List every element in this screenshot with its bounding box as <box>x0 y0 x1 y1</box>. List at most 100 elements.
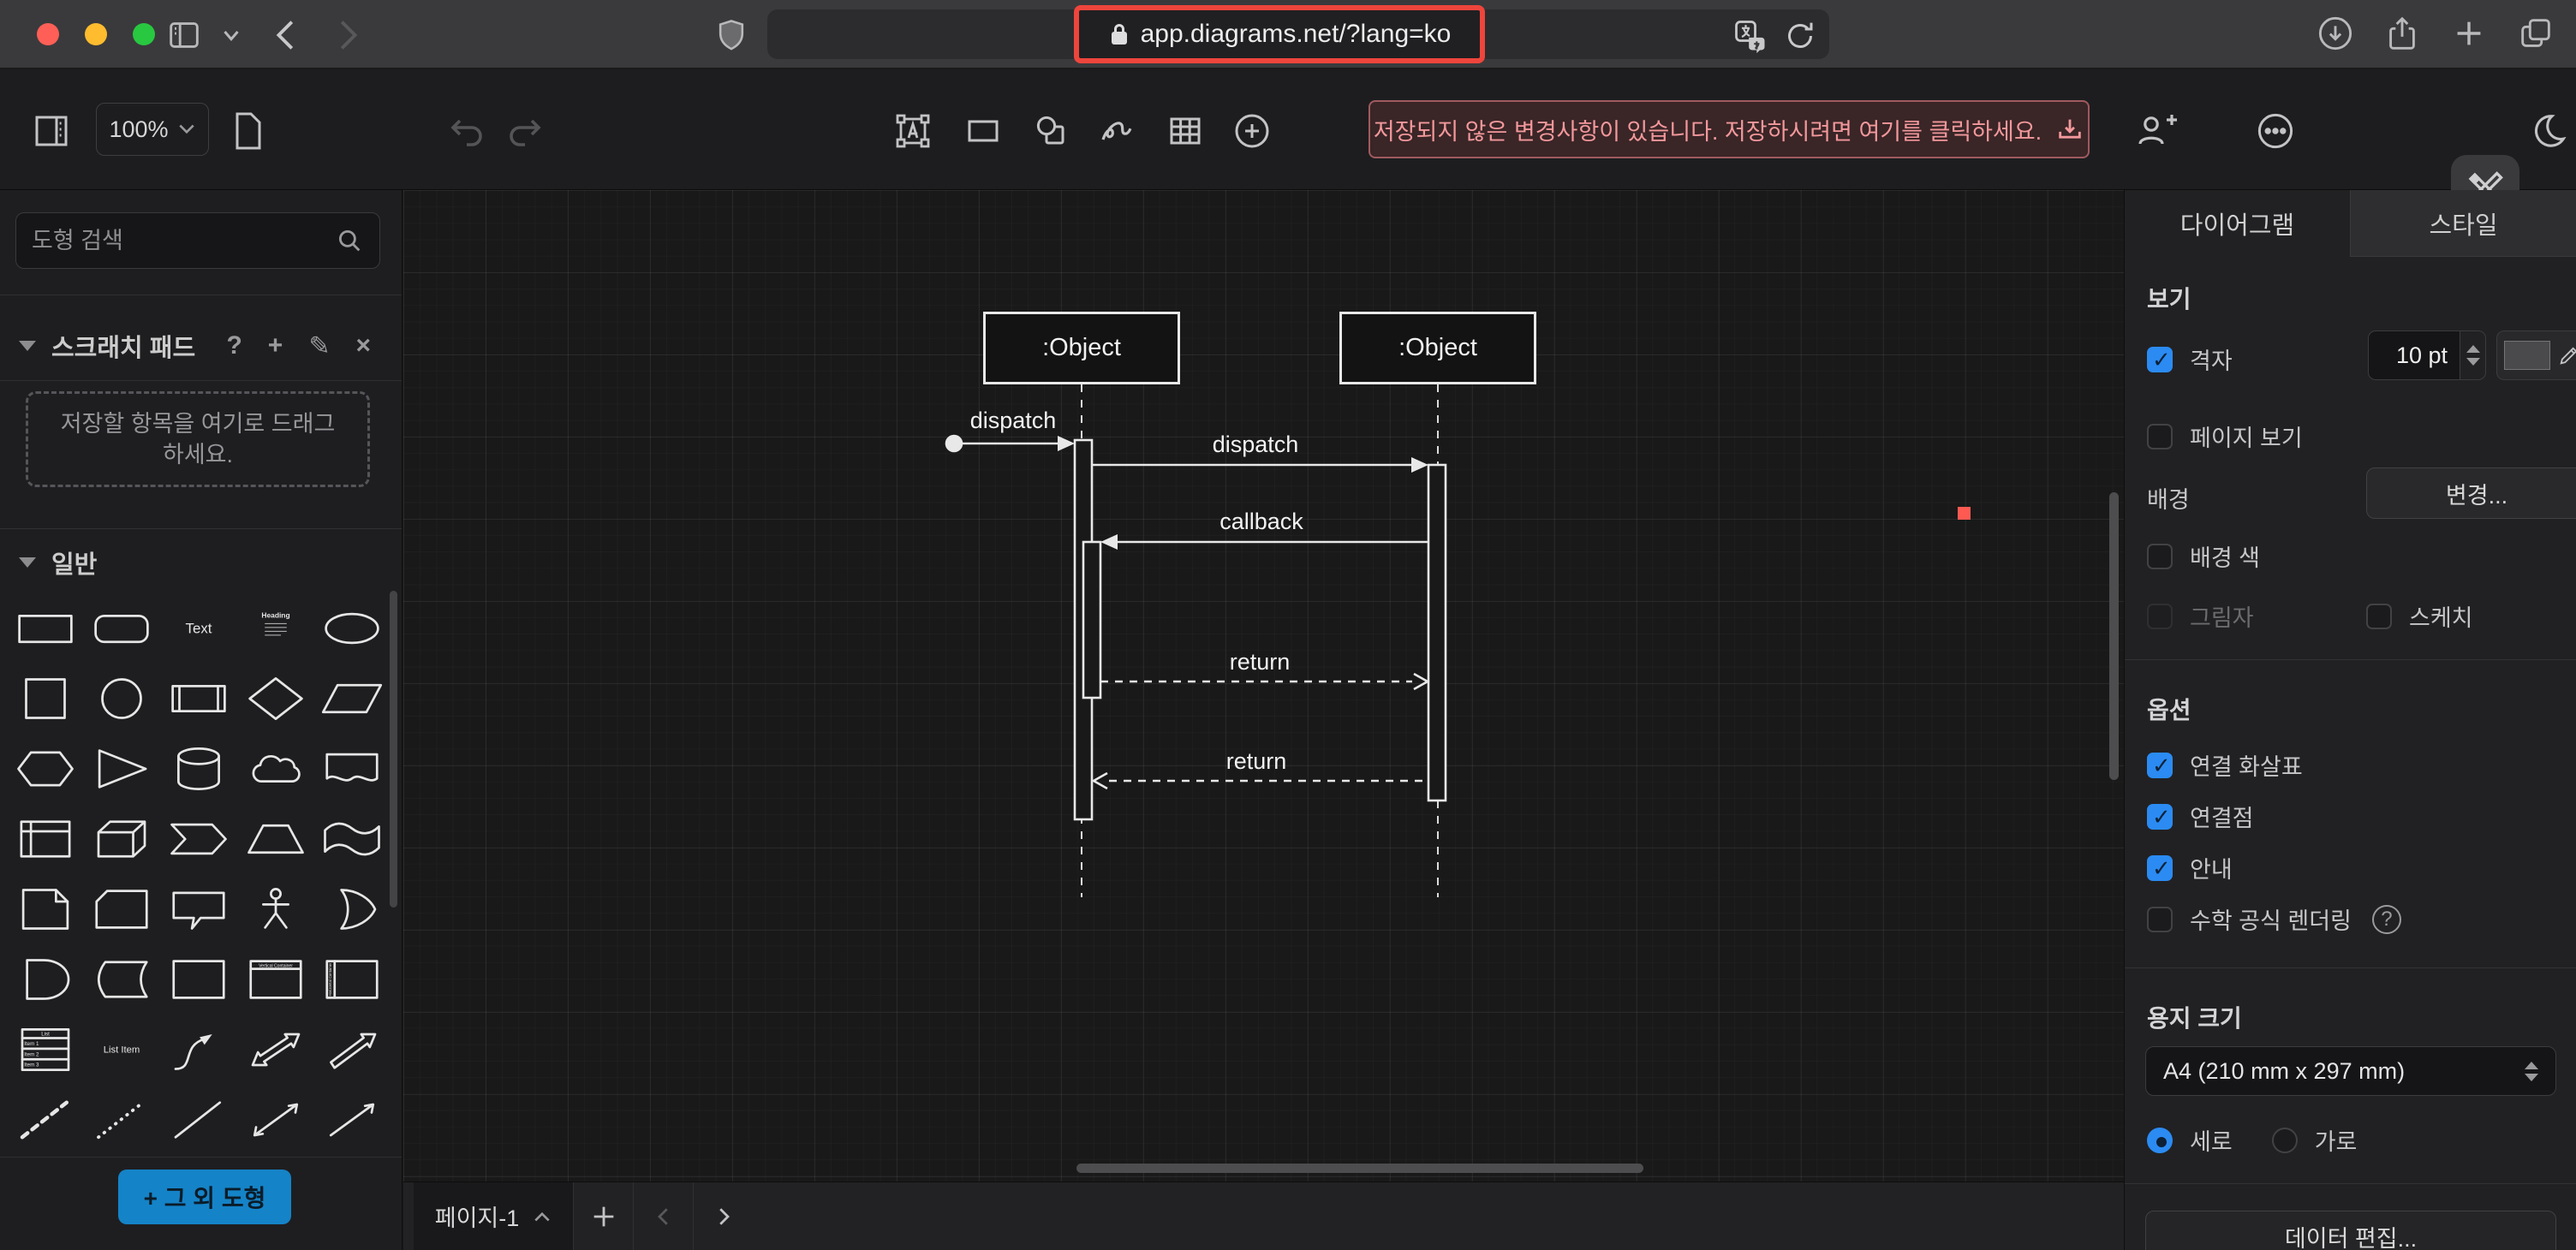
horizontal-scrollbar[interactable] <box>1076 1164 1643 1173</box>
tab-style[interactable]: 스타일 <box>2350 190 2576 257</box>
shape-process[interactable] <box>160 670 237 728</box>
connection-points-checkbox[interactable] <box>2147 804 2173 830</box>
message-label[interactable]: callback <box>1219 509 1303 535</box>
shape-curve[interactable] <box>160 1021 237 1079</box>
previous-page-button[interactable] <box>633 1182 693 1250</box>
shape-ellipse[interactable] <box>313 599 391 658</box>
paper-size-select[interactable]: A4 (210 mm x 297 mm) <box>2145 1046 2556 1096</box>
shape-data-storage[interactable] <box>84 950 161 1009</box>
redo-icon[interactable] <box>504 110 546 152</box>
vertical-scrollbar[interactable] <box>2109 492 2119 780</box>
sidebar-scrollbar[interactable] <box>390 591 397 908</box>
shape-line[interactable] <box>160 1091 237 1149</box>
shape-triangle[interactable] <box>84 740 161 798</box>
message-label[interactable]: dispatch <box>1213 432 1299 458</box>
minimize-window-button[interactable] <box>85 23 107 45</box>
help-icon[interactable]: ? <box>2372 905 2401 934</box>
shape-document[interactable] <box>313 740 391 798</box>
shape-search-input[interactable] <box>32 228 335 254</box>
shape-parallelogram[interactable] <box>313 670 391 728</box>
grid-size-stepper[interactable] <box>2460 330 2486 380</box>
shape-cylinder[interactable] <box>160 740 237 798</box>
share-person-add-icon[interactable] <box>2134 110 2179 152</box>
close-window-button[interactable] <box>37 23 59 45</box>
shape-directional-connector[interactable] <box>313 1091 391 1149</box>
shape-horizontal-container[interactable]: Horizontal Container <box>313 950 391 1009</box>
shape-callout[interactable] <box>160 880 237 938</box>
shape-container[interactable] <box>160 950 237 1009</box>
zoom-select[interactable]: 100% <box>96 103 209 156</box>
shape-hexagon[interactable] <box>7 740 84 798</box>
more-options-icon[interactable] <box>2254 110 2297 152</box>
drawing-surface[interactable]: :Object :Object dispatch dispatch callba… <box>403 190 2124 1182</box>
shape-note[interactable] <box>7 880 84 938</box>
edit-pencil-icon[interactable]: ✎ <box>308 331 330 361</box>
fullscreen-window-button[interactable] <box>133 23 155 45</box>
shape-vertical-container[interactable]: Vertical Container <box>237 950 314 1009</box>
browser-sidebar-icon[interactable] <box>164 15 204 55</box>
object-lifeline-box[interactable]: :Object <box>983 312 1180 384</box>
chevron-down-icon[interactable] <box>218 26 244 46</box>
more-shapes-button[interactable]: + 그 외 도형 <box>118 1170 291 1224</box>
shape-or[interactable] <box>313 880 391 938</box>
rectangle-tool-icon[interactable] <box>963 110 1004 152</box>
text-tool-icon[interactable] <box>892 110 933 152</box>
privacy-shield-icon[interactable] <box>713 15 750 55</box>
back-icon[interactable] <box>267 15 307 55</box>
reload-icon[interactable] <box>1783 19 1817 53</box>
downloads-icon[interactable] <box>2316 14 2355 53</box>
shape-rounded-rectangle[interactable] <box>84 599 161 658</box>
shape-circle[interactable] <box>84 670 161 728</box>
shape-text[interactable]: Text <box>160 599 237 658</box>
scratchpad-dropzone[interactable]: 저장할 항목을 여기로 드래그하세요. <box>26 391 370 487</box>
page-outline-icon[interactable] <box>228 110 267 152</box>
shape-rectangle[interactable] <box>7 599 84 658</box>
object-lifeline-box[interactable]: :Object <box>1339 312 1536 384</box>
new-tab-icon[interactable] <box>2449 14 2489 53</box>
page-tab[interactable]: 페이지-1 <box>414 1182 573 1250</box>
page-view-checkbox[interactable] <box>2147 424 2173 449</box>
unsaved-changes-banner[interactable]: 저장되지 않은 변경사항이 있습니다. 저장하시려면 여기를 클릭하세요. <box>1368 100 2090 158</box>
close-icon[interactable]: × <box>355 331 371 361</box>
shape-step[interactable] <box>160 810 237 868</box>
panels-toggle-icon[interactable] <box>31 110 72 152</box>
undo-icon[interactable] <box>445 110 488 152</box>
background-color-checkbox[interactable] <box>2147 544 2173 569</box>
shadow-checkbox[interactable] <box>2147 604 2173 629</box>
shape-and[interactable] <box>7 950 84 1009</box>
message-label[interactable]: return <box>1230 649 1291 676</box>
shape-heading[interactable]: Heading <box>237 599 314 658</box>
shape-card[interactable] <box>84 880 161 938</box>
math-typesetting-checkbox[interactable] <box>2147 907 2173 932</box>
shape-cube[interactable] <box>84 810 161 868</box>
tab-diagram[interactable]: 다이어그램 <box>2125 190 2350 257</box>
grid-color-button[interactable] <box>2496 330 2576 380</box>
share-icon[interactable] <box>2382 14 2422 53</box>
shape-arrow[interactable] <box>313 1021 391 1079</box>
table-tool-icon[interactable] <box>1165 110 1206 152</box>
guides-checkbox[interactable] <box>2147 855 2173 881</box>
message-label[interactable]: dispatch <box>970 408 1057 434</box>
shape-bidirectional-arrow[interactable] <box>237 1021 314 1079</box>
shape-search-box[interactable] <box>15 212 380 269</box>
shape-diamond[interactable] <box>237 670 314 728</box>
insert-plus-icon[interactable] <box>1231 110 1273 152</box>
translate-icon[interactable] <box>1732 17 1769 55</box>
landscape-radio[interactable] <box>2272 1128 2298 1153</box>
shape-dashed-line[interactable] <box>7 1091 84 1149</box>
grid-size-input[interactable] <box>2368 330 2460 380</box>
help-icon[interactable]: ? <box>226 331 242 361</box>
sketch-checkbox[interactable] <box>2366 604 2392 629</box>
general-section-header[interactable]: 일반 <box>0 537 402 588</box>
portrait-radio[interactable] <box>2147 1128 2173 1153</box>
shape-dotted-line[interactable] <box>84 1091 161 1149</box>
grid-checkbox[interactable] <box>2147 347 2173 372</box>
edit-data-button[interactable]: 데이터 편집... <box>2145 1211 2556 1250</box>
shape-list-item[interactable]: List Item <box>84 1021 161 1079</box>
url-bar[interactable]: app.diagrams.net/?lang=ko <box>767 9 1829 59</box>
next-page-button[interactable] <box>693 1182 753 1250</box>
connection-arrows-checkbox[interactable] <box>2147 753 2173 778</box>
shape-trapezoid[interactable] <box>237 810 314 868</box>
freehand-tool-icon[interactable] <box>1096 110 1137 152</box>
shape-bidirectional-connector[interactable] <box>237 1091 314 1149</box>
